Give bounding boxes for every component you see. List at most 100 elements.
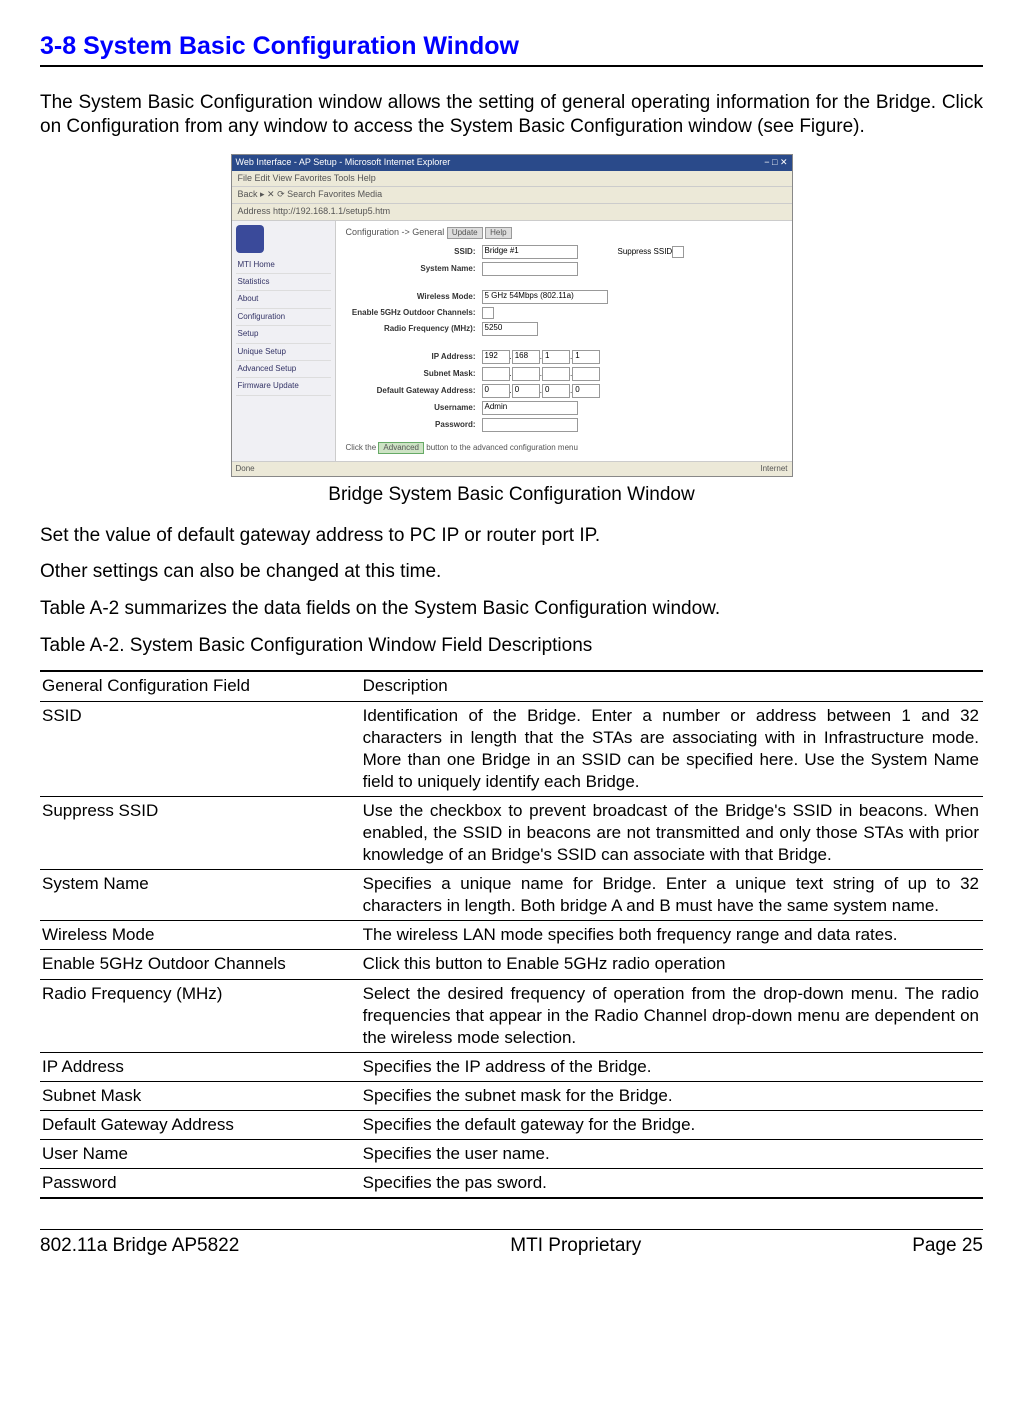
enable5-checkbox[interactable]: [482, 307, 494, 319]
body-paragraph: Table A-2 summarizes the data fields on …: [40, 597, 983, 622]
field-name-cell: SSID: [40, 701, 361, 796]
gw-octet-input[interactable]: 0: [512, 384, 540, 398]
sidebar-item[interactable]: Unique Setup: [236, 344, 331, 361]
address-label: Address: [238, 206, 271, 216]
table-row: Radio Frequency (MHz)Select the desired …: [40, 979, 983, 1052]
table-row: User NameSpecifies the user name.: [40, 1140, 983, 1169]
mask-octet-input[interactable]: [512, 367, 540, 381]
table-header-cell: General Configuration Field: [40, 671, 361, 701]
table-header-cell: Description: [361, 671, 983, 701]
suppress-ssid-label: Suppress SSID: [618, 247, 673, 257]
table-row: Subnet MaskSpecifies the subnet mask for…: [40, 1081, 983, 1110]
advanced-hint: Click the Advanced button to the advance…: [346, 442, 782, 454]
ssid-input[interactable]: Bridge #1: [482, 245, 578, 259]
table-row: Default Gateway AddressSpecifies the def…: [40, 1111, 983, 1140]
password-label: Password:: [346, 420, 482, 430]
gw-label: Default Gateway Address:: [346, 386, 482, 396]
table-row: IP AddressSpecifies the IP address of th…: [40, 1052, 983, 1081]
sidebar-item[interactable]: Firmware Update: [236, 378, 331, 395]
field-description-table: General Configuration Field Description …: [40, 670, 983, 1199]
field-desc-cell: Specifies the pas sword.: [361, 1169, 983, 1199]
status-left: Done: [236, 464, 255, 474]
enable5-label: Enable 5GHz Outdoor Channels:: [346, 308, 482, 318]
window-title: Web Interface - AP Setup - Microsoft Int…: [236, 157, 451, 169]
status-right: Internet: [760, 464, 787, 474]
address-value: http://192.168.1.1/setup5.htm: [273, 206, 390, 216]
ip-octet-input[interactable]: 1: [572, 350, 600, 364]
sidebar-item[interactable]: Advanced Setup: [236, 361, 331, 378]
window-titlebar: Web Interface - AP Setup - Microsoft Int…: [232, 155, 792, 171]
sidebar: MTI Home Statistics About Configuration …: [232, 221, 336, 461]
help-button[interactable]: Help: [485, 227, 511, 239]
mask-label: Subnet Mask:: [346, 369, 482, 379]
sidebar-item[interactable]: Configuration: [236, 309, 331, 326]
field-desc-cell: Specifies the user name.: [361, 1140, 983, 1169]
field-desc-cell: Identification of the Bridge. Enter a nu…: [361, 701, 983, 796]
window-controls-icon: − □ ✕: [764, 157, 787, 169]
field-desc-cell: Click this button to Enable 5GHz radio o…: [361, 950, 983, 979]
sidebar-item[interactable]: About: [236, 291, 331, 308]
field-name-cell: System Name: [40, 870, 361, 921]
table-row: Enable 5GHz Outdoor ChannelsClick this b…: [40, 950, 983, 979]
suppress-ssid-checkbox[interactable]: [672, 246, 684, 258]
footer-center: MTI Proprietary: [510, 1234, 641, 1259]
sidebar-item[interactable]: Setup: [236, 326, 331, 343]
table-row: Suppress SSIDUse the checkbox to prevent…: [40, 796, 983, 869]
rf-label: Radio Frequency (MHz):: [346, 324, 482, 334]
mask-octet-input[interactable]: [482, 367, 510, 381]
username-label: Username:: [346, 403, 482, 413]
update-button[interactable]: Update: [447, 227, 483, 239]
table-header-row: General Configuration Field Description: [40, 671, 983, 701]
wmode-select[interactable]: 5 GHz 54Mbps (802.11a): [482, 290, 608, 304]
field-desc-cell: Specifies the default gateway for the Br…: [361, 1111, 983, 1140]
browser-toolbar: Back ▸ ✕ ⟳ Search Favorites Media: [232, 187, 792, 204]
field-desc-cell: Specifies the IP address of the Bridge.: [361, 1052, 983, 1081]
wmode-label: Wireless Mode:: [346, 292, 482, 302]
field-name-cell: Radio Frequency (MHz): [40, 979, 361, 1052]
field-name-cell: Subnet Mask: [40, 1081, 361, 1110]
sidebar-item[interactable]: Statistics: [236, 274, 331, 291]
field-name-cell: Wireless Mode: [40, 921, 361, 950]
sysname-input[interactable]: [482, 262, 578, 276]
ip-octet-input[interactable]: 168: [512, 350, 540, 364]
mask-octet-input[interactable]: [572, 367, 600, 381]
figure-caption: Bridge System Basic Configuration Window: [40, 483, 983, 508]
advanced-button[interactable]: Advanced: [378, 442, 424, 454]
mask-octet-input[interactable]: [542, 367, 570, 381]
breadcrumb: Configuration -> General: [346, 227, 445, 237]
sidebar-brand: MTI Home: [236, 257, 331, 274]
ip-octet-input[interactable]: 192: [482, 350, 510, 364]
username-input[interactable]: Admin: [482, 401, 578, 415]
table-row: PasswordSpecifies the pas sword.: [40, 1169, 983, 1199]
brand-logo-icon: [236, 225, 264, 253]
browser-menubar: File Edit View Favorites Tools Help: [232, 171, 792, 188]
field-name-cell: User Name: [40, 1140, 361, 1169]
body-paragraph: Set the value of default gateway address…: [40, 524, 983, 549]
browser-address-bar: Address http://192.168.1.1/setup5.htm: [232, 204, 792, 221]
footer-right: Page 25: [912, 1234, 983, 1259]
ip-octet-input[interactable]: 1: [542, 350, 570, 364]
gw-octet-input[interactable]: 0: [572, 384, 600, 398]
intro-paragraph: The System Basic Configuration window al…: [40, 91, 983, 140]
field-desc-cell: Specifies a unique name for Bridge. Ente…: [361, 870, 983, 921]
sysname-label: System Name:: [346, 264, 482, 274]
gw-octet-input[interactable]: 0: [482, 384, 510, 398]
field-desc-cell: Specifies the subnet mask for the Bridge…: [361, 1081, 983, 1110]
browser-statusbar: Done Internet: [232, 461, 792, 476]
field-name-cell: Suppress SSID: [40, 796, 361, 869]
field-name-cell: IP Address: [40, 1052, 361, 1081]
section-heading: 3-8 System Basic Configuration Window: [40, 30, 983, 67]
ip-label: IP Address:: [346, 352, 482, 362]
table-row: SSIDIdentification of the Bridge. Enter …: [40, 701, 983, 796]
config-form: Configuration -> General Update Help SSI…: [336, 221, 792, 461]
password-input[interactable]: [482, 418, 578, 432]
field-name-cell: Default Gateway Address: [40, 1111, 361, 1140]
page-footer: 802.11a Bridge AP5822 MTI Proprietary Pa…: [40, 1229, 983, 1259]
ssid-label: SSID:: [346, 247, 482, 257]
rf-select[interactable]: 5250: [482, 322, 538, 336]
body-paragraph: Other settings can also be changed at th…: [40, 560, 983, 585]
field-desc-cell: Use the checkbox to prevent broadcast of…: [361, 796, 983, 869]
footer-left: 802.11a Bridge AP5822: [40, 1234, 239, 1259]
field-name-cell: Password: [40, 1169, 361, 1199]
gw-octet-input[interactable]: 0: [542, 384, 570, 398]
